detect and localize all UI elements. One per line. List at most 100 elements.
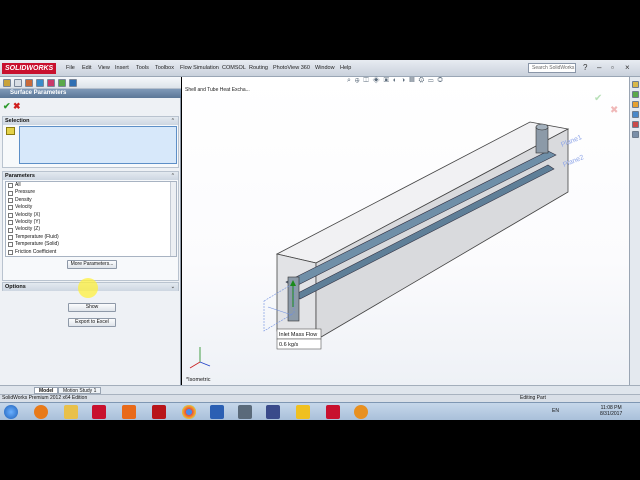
- menu-view[interactable]: View: [98, 65, 110, 71]
- graphics-area[interactable]: ⌕ ⊕ ◫ ◈ ▣ ◐ ◑ ▦ ⚙ ▭ ◎ Shell and Tube Hea…: [182, 77, 629, 385]
- flow-analysis-icon[interactable]: [58, 79, 66, 87]
- menu-file[interactable]: File: [66, 65, 75, 71]
- param-label: Temperature (Solid): [15, 241, 59, 248]
- list-item[interactable]: Pressure: [6, 189, 176, 196]
- matlab-icon[interactable]: [122, 405, 136, 419]
- list-item[interactable]: Friction Coefficient: [6, 249, 176, 256]
- list-item[interactable]: All: [6, 182, 176, 189]
- parameters-label: Parameters: [5, 173, 35, 179]
- param-label: Velocity: [15, 204, 33, 211]
- word-icon[interactable]: [210, 405, 224, 419]
- checkbox[interactable]: [8, 227, 13, 233]
- menu-flow-simulation[interactable]: Flow Simulation: [180, 65, 219, 71]
- menu-routing[interactable]: Routing: [249, 65, 268, 71]
- axis-z: [199, 361, 211, 367]
- checkbox[interactable]: [8, 249, 13, 255]
- tab-motion-study[interactable]: Motion Study 1: [58, 387, 102, 394]
- parameters-list: All Pressure Density Velocity Velocity (…: [5, 181, 177, 257]
- solidworks-logo: SOLIDWORKS: [2, 63, 57, 74]
- checkbox[interactable]: [8, 197, 13, 203]
- minimize-icon[interactable]: –: [597, 63, 601, 72]
- letterbox-bottom: [0, 420, 640, 480]
- menu-comsol[interactable]: COMSOL: [222, 65, 246, 71]
- list-item[interactable]: Temperature (Solid): [6, 241, 176, 248]
- checkbox[interactable]: [8, 205, 13, 211]
- appearances-icon[interactable]: [632, 121, 639, 128]
- checkbox[interactable]: [8, 234, 13, 240]
- checkbox[interactable]: [8, 242, 13, 248]
- list-item[interactable]: Density: [6, 197, 176, 204]
- status-edition: SolidWorks Premium 2012 x64 Edition: [2, 395, 88, 401]
- close-icon[interactable]: ×: [625, 63, 630, 72]
- menu-window[interactable]: Window: [315, 65, 335, 71]
- property-manager-icon[interactable]: [14, 79, 22, 87]
- menu-photoview[interactable]: PhotoView 360: [273, 65, 310, 71]
- expand-icon[interactable]: ⌄: [171, 283, 175, 291]
- menu-tools[interactable]: Tools: [136, 65, 149, 71]
- panel-title: Surface Parameters: [0, 89, 181, 98]
- language-indicator[interactable]: EN: [552, 408, 559, 414]
- config-manager-icon[interactable]: [25, 79, 33, 87]
- parameters-header[interactable]: Parameters ⌃: [3, 172, 178, 180]
- confirm-corner-cancel-icon: ✖: [610, 105, 618, 116]
- search-input[interactable]: Search SolidWorks: [528, 63, 576, 73]
- pdf-icon[interactable]: [152, 405, 166, 419]
- checkbox[interactable]: [8, 220, 13, 226]
- menu-help[interactable]: Help: [340, 65, 351, 71]
- ok-check-icon[interactable]: ✔: [3, 101, 11, 112]
- list-item[interactable]: Velocity (X): [6, 212, 176, 219]
- start-icon[interactable]: [4, 405, 18, 419]
- menu-edit[interactable]: Edit: [82, 65, 91, 71]
- annotation-value: 0.6 kg/s: [279, 342, 299, 348]
- list-item[interactable]: Temperature (Fluid): [6, 234, 176, 241]
- analysis-icon[interactable]: [266, 405, 280, 419]
- solidworks-active-icon[interactable]: [326, 405, 340, 419]
- axis-x: [189, 361, 201, 369]
- list-item[interactable]: Velocity: [6, 204, 176, 211]
- design-library-icon[interactable]: [632, 91, 639, 98]
- list-item[interactable]: Velocity (Y): [6, 219, 176, 226]
- restore-icon[interactable]: ▫: [611, 63, 614, 72]
- app-icon[interactable]: [238, 405, 252, 419]
- file-explorer-icon[interactable]: [632, 101, 639, 108]
- dimxpert-icon[interactable]: [36, 79, 44, 87]
- custom-properties-icon[interactable]: [632, 131, 639, 138]
- solidworks-taskbar-icon[interactable]: [92, 405, 106, 419]
- manager-toolbar: [0, 77, 181, 89]
- selection-label: Selection: [5, 118, 30, 124]
- letterbox-top: [0, 0, 640, 60]
- resources-icon[interactable]: [632, 81, 639, 88]
- view-palette-icon[interactable]: [632, 111, 639, 118]
- folder-icon[interactable]: [64, 405, 78, 419]
- results-icon[interactable]: [69, 79, 77, 87]
- media-player-icon[interactable]: [34, 405, 48, 419]
- task-pane: [629, 77, 640, 385]
- show-button[interactable]: Show: [68, 303, 116, 312]
- collapse-icon[interactable]: ⌃: [171, 117, 175, 125]
- selection-box[interactable]: [19, 126, 177, 164]
- collapse-icon[interactable]: ⌃: [171, 172, 175, 180]
- checkbox[interactable]: [8, 212, 13, 218]
- feature-tree-icon[interactable]: [3, 79, 11, 87]
- more-parameters-button[interactable]: More Parameters...: [67, 260, 117, 269]
- tab-model[interactable]: Model: [34, 387, 59, 394]
- cancel-x-icon[interactable]: ✖: [13, 101, 21, 112]
- param-label: Pressure: [15, 189, 36, 196]
- checkbox[interactable]: [8, 183, 13, 189]
- export-to-excel-button[interactable]: Export to Excel: [68, 318, 116, 327]
- cursor-highlight: [78, 278, 98, 298]
- menu-toolbox[interactable]: Toolbox: [155, 65, 174, 71]
- clock[interactable]: 11:08 PM 8/31/2017: [600, 405, 622, 417]
- list-item[interactable]: Velocity (Z): [6, 226, 176, 233]
- ansys-icon[interactable]: [296, 405, 310, 419]
- chrome-icon[interactable]: [182, 405, 196, 419]
- param-label: Temperature (Fluid): [15, 233, 59, 240]
- recorder-icon[interactable]: [354, 405, 368, 419]
- status-mode: Editing Part: [520, 395, 546, 401]
- list-scrollbar[interactable]: [170, 182, 176, 256]
- selection-header[interactable]: Selection ⌃: [3, 117, 178, 125]
- menu-insert[interactable]: Insert: [115, 65, 129, 71]
- display-manager-icon[interactable]: [47, 79, 55, 87]
- checkbox[interactable]: [8, 190, 13, 196]
- help-icon[interactable]: ?: [583, 63, 587, 72]
